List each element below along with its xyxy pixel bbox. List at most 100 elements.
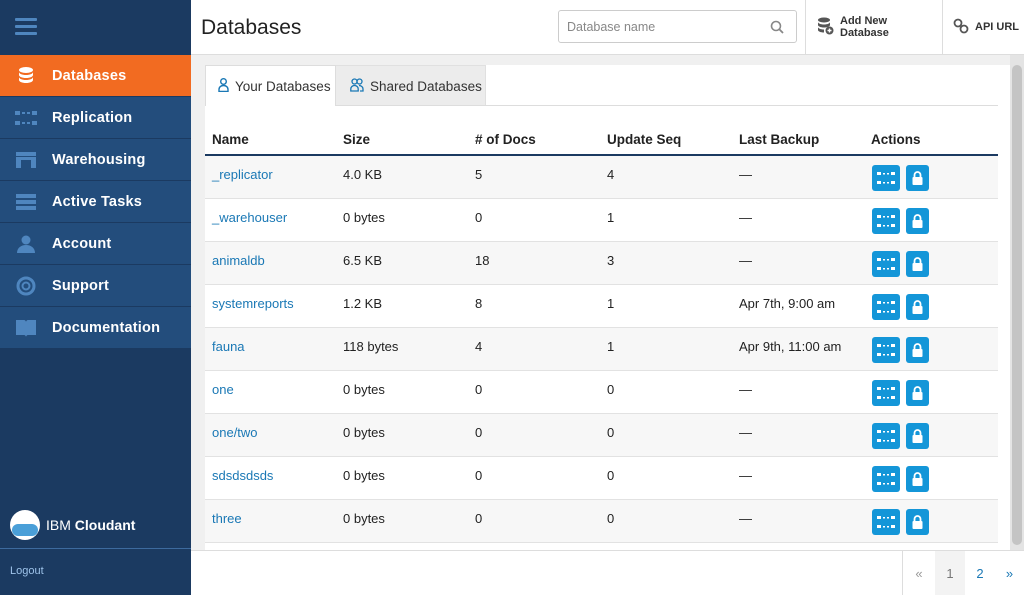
database-last-backup: — bbox=[739, 253, 752, 268]
replicate-button[interactable] bbox=[872, 380, 900, 406]
pagination-prev[interactable]: « bbox=[902, 551, 935, 595]
sidebar-item-support[interactable]: Support bbox=[0, 265, 191, 307]
database-update-seq: 3 bbox=[607, 253, 615, 268]
permissions-button[interactable] bbox=[906, 294, 929, 320]
book-icon bbox=[0, 319, 52, 337]
replication-icon bbox=[877, 172, 895, 184]
database-size: 0 bytes bbox=[343, 210, 385, 225]
tasks-icon bbox=[0, 193, 52, 210]
pagination-page-1[interactable]: 1 bbox=[935, 551, 965, 595]
database-size: 0 bytes bbox=[343, 382, 385, 397]
replicate-button[interactable] bbox=[872, 165, 900, 191]
add-new-database-button[interactable]: Add New Database bbox=[805, 0, 936, 54]
column-header-size[interactable]: Size bbox=[343, 132, 370, 147]
database-name-link[interactable]: one bbox=[212, 382, 234, 397]
table-row: _warehouser 0 bytes 0 1 — bbox=[205, 199, 998, 242]
replicate-button[interactable] bbox=[872, 423, 900, 449]
tab-your-databases[interactable]: Your Databases bbox=[205, 65, 336, 106]
user-icon bbox=[218, 77, 235, 95]
api-url-button[interactable]: API URL bbox=[942, 0, 1024, 54]
replication-icon bbox=[877, 215, 895, 227]
database-doc-count: 4 bbox=[475, 339, 483, 354]
hamburger-menu-icon[interactable] bbox=[15, 18, 37, 35]
permissions-button[interactable] bbox=[906, 208, 929, 234]
database-name-link[interactable]: one/two bbox=[212, 425, 258, 440]
database-name-link[interactable]: _warehouser bbox=[212, 210, 287, 225]
column-header-docs[interactable]: # of Docs bbox=[475, 132, 536, 147]
replicate-button[interactable] bbox=[872, 337, 900, 363]
sidebar-item-label: Databases bbox=[52, 67, 127, 84]
sidebar-item-account[interactable]: Account bbox=[0, 223, 191, 265]
scrollbar-thumb[interactable] bbox=[1012, 65, 1022, 545]
add-new-database-label: Add New Database bbox=[840, 15, 889, 39]
database-name-link[interactable]: systemreports bbox=[212, 296, 294, 311]
sidebar-item-active-tasks[interactable]: Active Tasks bbox=[0, 181, 191, 223]
database-name-link[interactable]: _replicator bbox=[212, 167, 273, 182]
brand-text: IBM Cloudant bbox=[46, 517, 135, 533]
database-last-backup: Apr 9th, 11:00 am bbox=[739, 339, 842, 354]
sidebar-item-replication[interactable]: Replication bbox=[0, 97, 191, 139]
lifebuoy-icon bbox=[0, 276, 52, 296]
sidebar-item-label: Account bbox=[52, 235, 112, 252]
database-size: 0 bytes bbox=[343, 468, 385, 483]
search-icon[interactable] bbox=[770, 20, 784, 39]
permissions-button[interactable] bbox=[906, 251, 929, 277]
table-row: one 0 bytes 0 0 — bbox=[205, 371, 998, 414]
replicate-button[interactable] bbox=[872, 251, 900, 277]
lock-icon bbox=[912, 515, 923, 529]
tab-label: Your Databases bbox=[235, 78, 331, 94]
database-size: 0 bytes bbox=[343, 425, 385, 440]
database-update-seq: 0 bbox=[607, 425, 615, 440]
permissions-button[interactable] bbox=[906, 165, 929, 191]
brand-name: Cloudant bbox=[74, 517, 136, 533]
database-update-seq: 1 bbox=[607, 339, 615, 354]
sidebar-item-label: Warehousing bbox=[52, 151, 146, 168]
lock-icon bbox=[912, 300, 923, 314]
pagination-page-2[interactable]: 2 bbox=[965, 551, 995, 595]
database-name-link[interactable]: fauna bbox=[212, 339, 245, 354]
table-row: sdsdsdsds 0 bytes 0 0 — bbox=[205, 457, 998, 500]
database-last-backup: — bbox=[739, 210, 752, 225]
permissions-button[interactable] bbox=[906, 466, 929, 492]
table-row: three 0 bytes 0 0 — bbox=[205, 500, 998, 543]
column-header-last-backup[interactable]: Last Backup bbox=[739, 132, 819, 147]
brand-prefix: IBM bbox=[46, 517, 71, 533]
lock-icon bbox=[912, 386, 923, 400]
replication-icon bbox=[877, 516, 895, 528]
column-header-name[interactable]: Name bbox=[212, 132, 249, 147]
pagination-bar: « 1 2 » bbox=[191, 550, 1024, 595]
database-update-seq: 4 bbox=[607, 167, 615, 182]
tab-divider bbox=[336, 105, 998, 106]
lock-icon bbox=[912, 214, 923, 228]
pagination-next[interactable]: » bbox=[995, 551, 1024, 595]
permissions-button[interactable] bbox=[906, 380, 929, 406]
logout-link[interactable]: Logout bbox=[10, 565, 44, 577]
database-last-backup: — bbox=[739, 425, 752, 440]
database-name-link[interactable]: three bbox=[212, 511, 242, 526]
api-url-label: API URL bbox=[975, 21, 1019, 33]
column-header-update-seq[interactable]: Update Seq bbox=[607, 132, 681, 147]
database-update-seq: 1 bbox=[607, 296, 615, 311]
vertical-scrollbar[interactable] bbox=[1010, 55, 1024, 550]
tab-shared-databases[interactable]: Shared Databases bbox=[336, 65, 486, 106]
sidebar: Databases Replication Warehousing Active… bbox=[0, 0, 191, 595]
database-doc-count: 0 bbox=[475, 382, 483, 397]
sidebar-item-documentation[interactable]: Documentation bbox=[0, 307, 191, 349]
sidebar-item-databases[interactable]: Databases bbox=[0, 55, 191, 97]
database-name-link[interactable]: animaldb bbox=[212, 253, 265, 268]
replicate-button[interactable] bbox=[872, 509, 900, 535]
replicate-button[interactable] bbox=[872, 208, 900, 234]
replication-icon bbox=[877, 430, 895, 442]
database-update-seq: 0 bbox=[607, 511, 615, 526]
database-doc-count: 0 bbox=[475, 511, 483, 526]
permissions-button[interactable] bbox=[906, 337, 929, 363]
column-header-actions: Actions bbox=[871, 132, 921, 147]
sidebar-item-warehousing[interactable]: Warehousing bbox=[0, 139, 191, 181]
permissions-button[interactable] bbox=[906, 423, 929, 449]
lock-icon bbox=[912, 171, 923, 185]
database-name-link[interactable]: sdsdsdsds bbox=[212, 468, 273, 483]
permissions-button[interactable] bbox=[906, 509, 929, 535]
replicate-button[interactable] bbox=[872, 466, 900, 492]
replicate-button[interactable] bbox=[872, 294, 900, 320]
search-input[interactable] bbox=[567, 18, 762, 36]
